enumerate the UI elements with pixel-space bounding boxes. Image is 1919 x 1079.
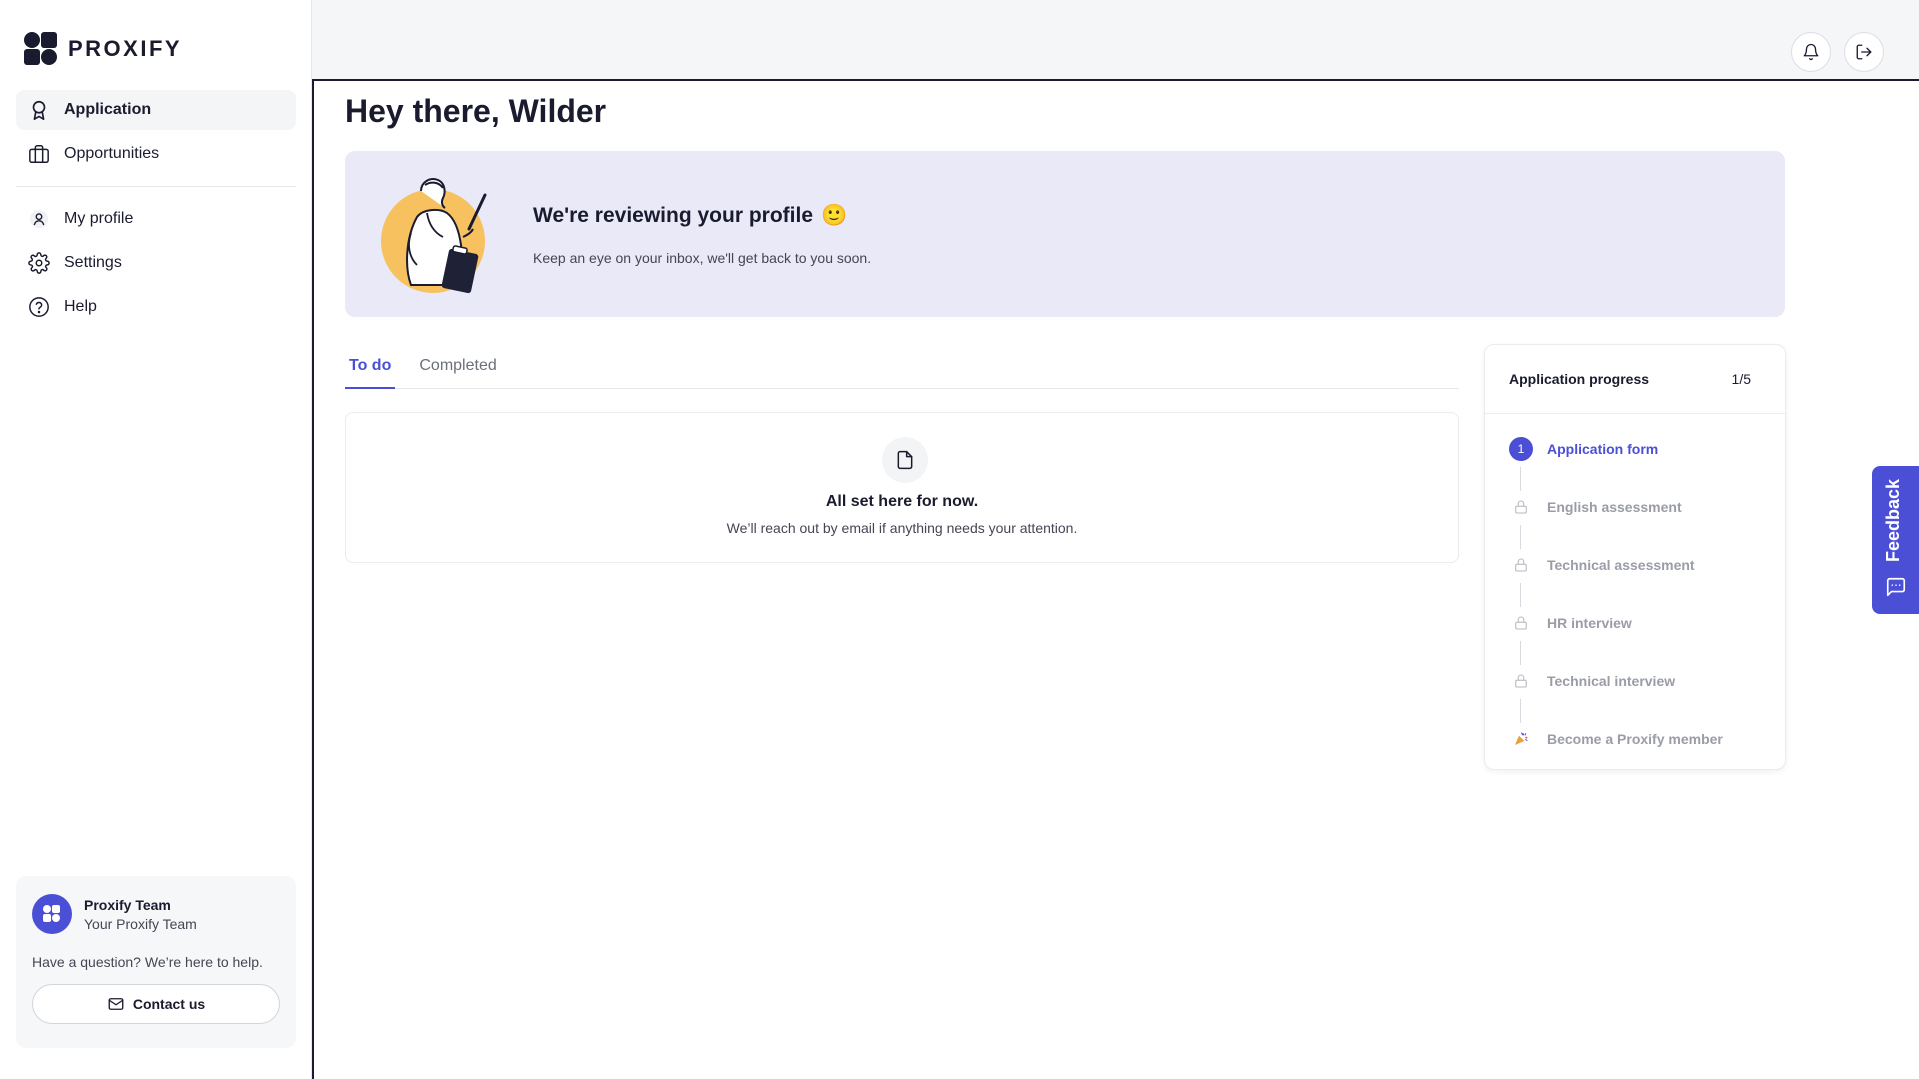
- party-popper-icon: [1515, 732, 1528, 745]
- secondary-nav: My profile Settings Help: [16, 199, 296, 331]
- contact-us-button[interactable]: Contact us: [32, 984, 280, 1024]
- feedback-tab[interactable]: Feedback: [1872, 466, 1919, 614]
- empty-state-card: All set here for now. We’ll reach out by…: [345, 412, 1459, 563]
- review-banner: We're reviewing your profile 🙂 Keep an e…: [345, 151, 1785, 317]
- tab-to-do[interactable]: To do: [345, 351, 396, 389]
- sidebar-item-my-profile[interactable]: My profile: [16, 199, 296, 239]
- lock-icon: [1515, 558, 1527, 572]
- proxify-logo-icon: [24, 32, 58, 66]
- sidebar-item-opportunities[interactable]: Opportunities: [16, 134, 296, 174]
- logout-button[interactable]: [1844, 32, 1884, 72]
- sidebar-item-settings[interactable]: Settings: [16, 243, 296, 283]
- contact-us-label: Contact us: [132, 996, 206, 1012]
- sidebar: PROXIFY Application Opportunities My pro…: [0, 0, 312, 1079]
- step-english-assessment: English assessment: [1509, 495, 1769, 553]
- nav-divider: [16, 186, 296, 187]
- step-label: English assessment: [1547, 499, 1682, 515]
- reviewer-illustration-icon: [381, 178, 487, 294]
- bell-icon: [1803, 43, 1819, 61]
- sidebar-item-application[interactable]: Application: [16, 90, 296, 130]
- lock-icon: [1515, 616, 1527, 630]
- team-question: Have a question? We’re here to help.: [32, 954, 263, 970]
- step-connector: [1520, 525, 1521, 549]
- team-subtitle: Your Proxify Team: [84, 915, 197, 932]
- step-label: Application form: [1547, 441, 1659, 457]
- step-label: HR interview: [1547, 615, 1632, 631]
- step-become-member: Become a Proxify member: [1509, 727, 1769, 785]
- sidebar-item-help[interactable]: Help: [16, 287, 296, 327]
- lock-icon: [1515, 674, 1527, 688]
- main-content: Hey there, Wilder We're reviewing your p…: [312, 79, 1919, 1079]
- mail-icon: [108, 998, 124, 1010]
- help-circle-icon: [29, 297, 49, 317]
- step-technical-interview: Technical interview: [1509, 669, 1769, 727]
- step-connector: [1520, 467, 1521, 491]
- document-icon: [897, 450, 913, 470]
- progress-count: 1/5: [1731, 371, 1751, 387]
- user-icon: [29, 209, 49, 229]
- step-label: Technical interview: [1547, 673, 1676, 689]
- sidebar-item-label: Help: [64, 298, 97, 315]
- empty-state-subtitle: We’ll reach out by email if anything nee…: [726, 520, 1078, 536]
- chat-icon: [1886, 577, 1906, 597]
- smile-emoji-icon: 🙂: [821, 204, 848, 227]
- logout-icon: [1856, 44, 1872, 60]
- page-title: Hey there, Wilder: [345, 93, 607, 129]
- tab-completed[interactable]: Completed: [415, 351, 500, 389]
- progress-header: Application progress 1/5: [1485, 345, 1785, 414]
- empty-state-title: All set here for now.: [825, 493, 979, 510]
- banner-title-text: We're reviewing your profile: [533, 204, 814, 227]
- step-connector: [1520, 641, 1521, 665]
- task-tabs: To do Completed: [345, 351, 1459, 389]
- sidebar-item-label: Settings: [64, 254, 122, 271]
- step-number-badge: 1: [1509, 437, 1533, 461]
- team-card: Proxify Team Your Proxify Team Have a qu…: [16, 876, 296, 1048]
- team-avatar: [32, 894, 72, 934]
- brand-name: PROXIFY: [68, 36, 183, 61]
- empty-state-icon-wrap: [882, 437, 928, 483]
- banner-title: We're reviewing your profile 🙂: [533, 204, 847, 228]
- step-label: Become a Proxify member: [1547, 731, 1723, 747]
- team-name: Proxify Team: [84, 896, 171, 913]
- application-progress-panel: Application progress 1/5 1 Application f…: [1484, 344, 1786, 770]
- step-connector: [1520, 699, 1521, 723]
- step-application-form[interactable]: 1 Application form: [1509, 437, 1769, 495]
- sidebar-item-label: Opportunities: [64, 145, 160, 162]
- step-label: Technical assessment: [1547, 557, 1695, 573]
- progress-steps: 1 Application form English assessment Te…: [1509, 437, 1769, 785]
- step-connector: [1520, 583, 1521, 607]
- brand-logo[interactable]: PROXIFY: [24, 32, 182, 66]
- sidebar-item-label: My profile: [64, 210, 134, 227]
- step-hr-interview: HR interview: [1509, 611, 1769, 669]
- feedback-label: Feedback: [1883, 478, 1903, 562]
- sidebar-item-label: Application: [64, 101, 152, 118]
- gear-icon: [28, 252, 50, 274]
- briefcase-icon: [29, 145, 49, 163]
- step-technical-assessment: Technical assessment: [1509, 553, 1769, 611]
- notifications-button[interactable]: [1791, 32, 1831, 72]
- banner-subtitle: Keep an eye on your inbox, we'll get bac…: [533, 250, 872, 266]
- lock-icon: [1515, 500, 1527, 514]
- primary-nav: Application Opportunities: [16, 90, 296, 178]
- award-icon: [32, 100, 46, 120]
- progress-title: Application progress: [1509, 371, 1650, 387]
